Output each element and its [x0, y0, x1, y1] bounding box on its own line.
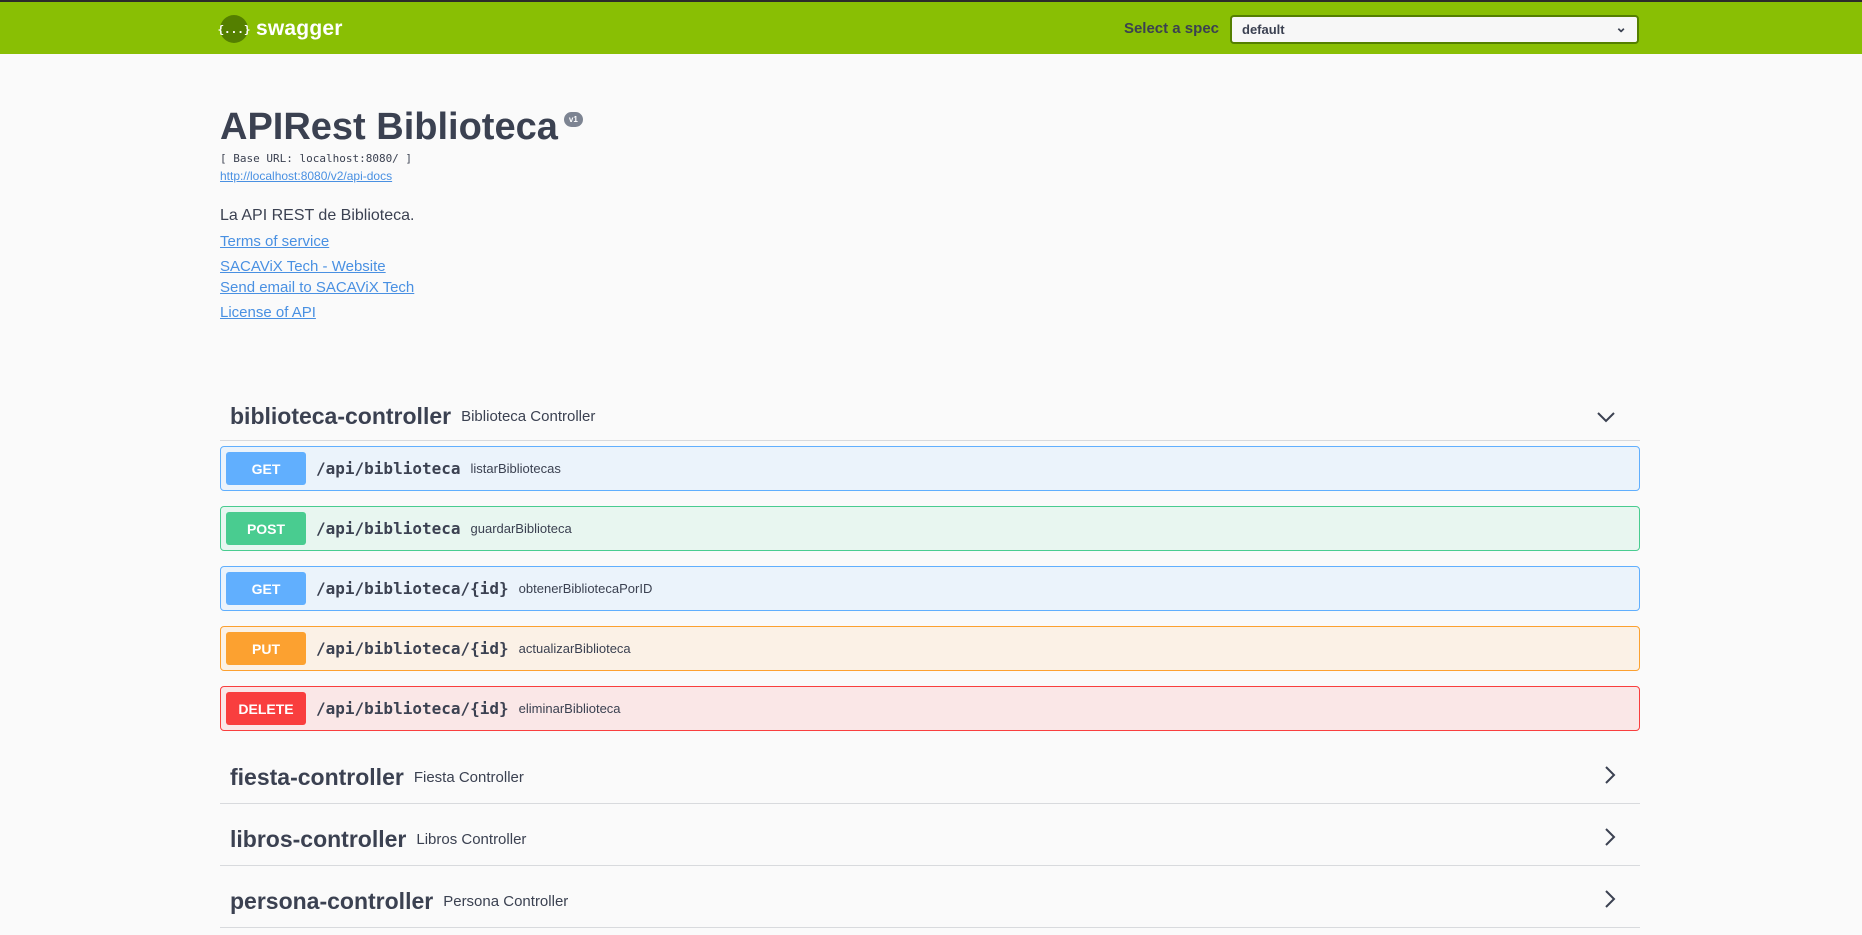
api-docs-link[interactable]: http://localhost:8080/v2/api-docs	[220, 169, 1640, 183]
tag-persona-controller[interactable]: persona-controller Persona Controller	[220, 876, 1640, 928]
tag-description: Biblioteca Controller	[461, 407, 596, 425]
operation-summary: listarBibliotecas	[470, 461, 561, 476]
operation-path: /api/biblioteca	[316, 459, 461, 478]
topbar: {...} swagger Select a spec default ⌄	[0, 0, 1862, 54]
terms-of-service-link[interactable]: Terms of service	[220, 233, 1640, 250]
method-badge: DELETE	[226, 692, 306, 725]
operation-summary: eliminarBiblioteca	[518, 701, 621, 716]
tag-description: Persona Controller	[443, 893, 569, 910]
operation-summary: guardarBiblioteca	[470, 521, 572, 536]
base-url: [ Base URL: localhost:8080/ ]	[220, 152, 413, 165]
operation-post-biblioteca[interactable]: POST /api/biblioteca guardarBiblioteca	[220, 506, 1640, 551]
operation-path: /api/biblioteca/{id}	[316, 639, 509, 658]
chevron-right-icon[interactable]	[1604, 827, 1616, 853]
operation-summary: obtenerBibliotecaPorID	[518, 581, 653, 596]
method-badge: POST	[226, 512, 306, 545]
operation-get-biblioteca[interactable]: GET /api/biblioteca listarBibliotecas	[220, 446, 1640, 491]
swagger-logo-text: swagger	[256, 17, 343, 40]
tag-name: libros-controller	[230, 826, 407, 852]
license-link[interactable]: License of API	[220, 304, 1640, 321]
operation-delete-biblioteca-id[interactable]: DELETE /api/biblioteca/{id} eliminarBibl…	[220, 686, 1640, 731]
swagger-logo-icon: {...}	[217, 15, 251, 43]
method-badge: GET	[226, 452, 306, 485]
operation-path: /api/biblioteca/{id}	[316, 579, 509, 598]
operation-path: /api/biblioteca	[316, 519, 461, 538]
chevron-right-icon[interactable]	[1604, 889, 1616, 915]
method-badge: PUT	[226, 632, 306, 665]
website-link[interactable]: SACAViX Tech - Website	[220, 258, 1640, 275]
spec-select[interactable]: default ⌄	[1230, 15, 1639, 44]
operation-summary: actualizarBiblioteca	[518, 641, 631, 656]
chevron-down-icon[interactable]	[1596, 404, 1616, 429]
spec-select-label: Select a spec	[1123, 20, 1219, 37]
tag-name: persona-controller	[230, 888, 434, 914]
operation-put-biblioteca-id[interactable]: PUT /api/biblioteca/{id} actualizarBibli…	[220, 626, 1640, 671]
tag-fiesta-controller[interactable]: fiesta-controller Fiesta Controller	[220, 752, 1640, 804]
email-link[interactable]: Send email to SACAViX Tech	[220, 279, 1640, 296]
api-info: APIRest Biblioteca v1 [ Base URL: localh…	[220, 104, 1640, 321]
chevron-right-icon[interactable]	[1604, 765, 1616, 791]
tag-biblioteca-controller[interactable]: biblioteca-controller Biblioteca Control…	[220, 392, 1640, 441]
tag-description: Fiesta Controller	[413, 769, 524, 786]
operation-get-biblioteca-id[interactable]: GET /api/biblioteca/{id} obtenerBibliote…	[220, 566, 1640, 611]
tag-description: Libros Controller	[416, 831, 527, 848]
version-badge: v1	[563, 112, 583, 127]
tag-libros-controller[interactable]: libros-controller Libros Controller	[220, 814, 1640, 866]
method-badge: GET	[226, 572, 306, 605]
api-description: La API REST de Biblioteca.	[220, 207, 415, 224]
tag-name: fiesta-controller	[230, 764, 404, 790]
chevron-down-icon: ⌄	[1615, 19, 1627, 35]
swagger-logo[interactable]: {...} swagger	[217, 15, 343, 43]
page-title: APIRest Biblioteca	[220, 106, 558, 148]
tag-name: biblioteca-controller	[230, 402, 452, 429]
spec-select-value: default	[1242, 22, 1285, 37]
operation-path: /api/biblioteca/{id}	[316, 699, 509, 718]
